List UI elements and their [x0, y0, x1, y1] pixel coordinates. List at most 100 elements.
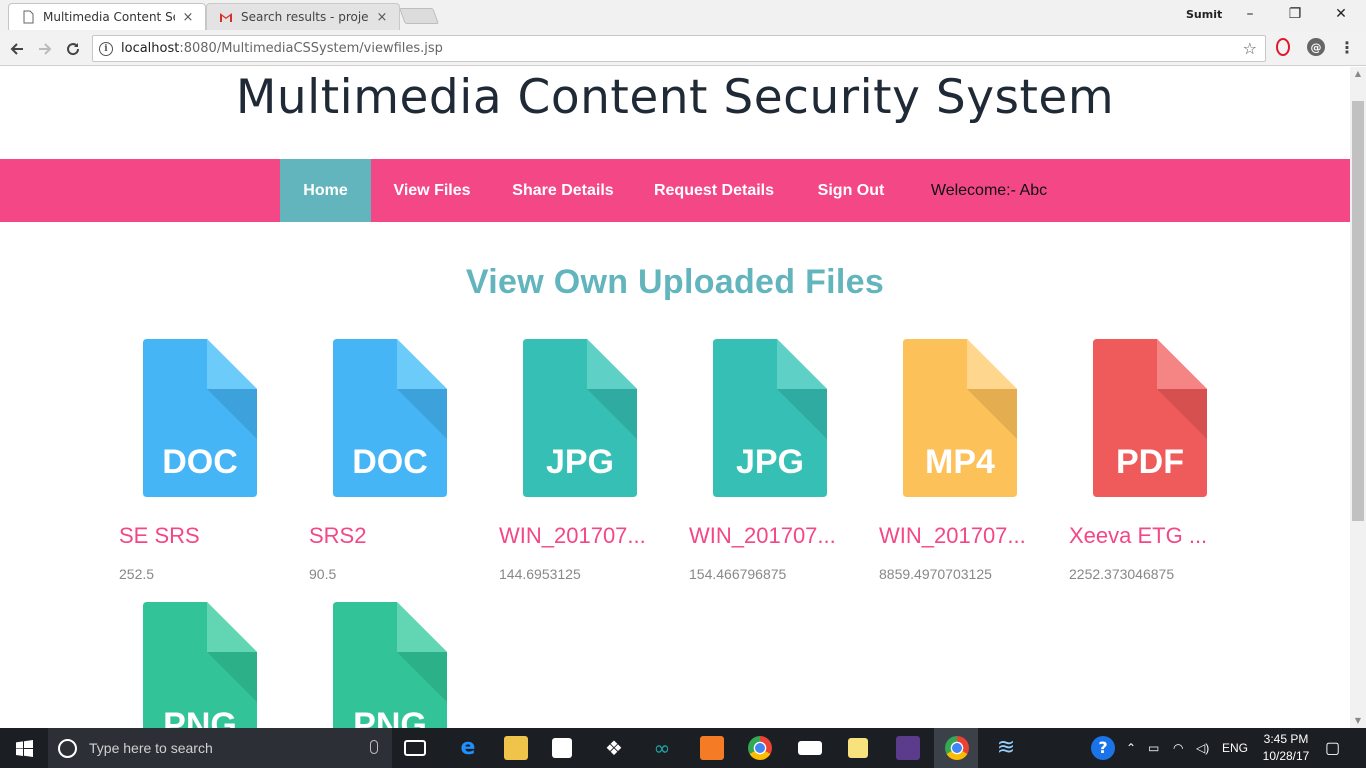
- scroll-thumb[interactable]: [1352, 101, 1364, 521]
- microphone-icon[interactable]: [370, 740, 378, 754]
- reload-icon: [67, 43, 80, 56]
- store-icon[interactable]: [552, 738, 572, 758]
- file-type-label: JPG: [546, 443, 614, 481]
- back-button[interactable]: [6, 38, 28, 60]
- file-size: 144.6953125: [499, 566, 581, 582]
- taskbar-search[interactable]: Type here to search: [48, 728, 392, 768]
- file-type-label: PNG: [163, 706, 237, 728]
- menu-icon[interactable]: ⋮: [1338, 38, 1356, 57]
- jpg-file-icon[interactable]: JPG: [713, 339, 827, 497]
- clock[interactable]: 3:45 PM 10/28/17: [1254, 731, 1318, 765]
- file-type-label: PDF: [1116, 443, 1184, 481]
- tab-strip: Multimedia Content Secu × Search results…: [0, 0, 1366, 32]
- search-placeholder: Type here to search: [89, 740, 213, 756]
- account-extension-icon[interactable]: @: [1307, 38, 1325, 56]
- help-icon[interactable]: ?: [1091, 736, 1115, 760]
- show-hidden-icons[interactable]: ⌃: [1126, 728, 1136, 768]
- tab-search-results[interactable]: Search results - projectw ×: [206, 3, 400, 30]
- game-icon[interactable]: [896, 736, 920, 760]
- doc-file-icon[interactable]: DOC: [143, 339, 257, 497]
- tab-title: Search results - projectw: [241, 10, 369, 24]
- file-name[interactable]: WIN_201707...: [689, 523, 859, 549]
- file-type-label: JPG: [736, 443, 804, 481]
- file-type-label: DOC: [352, 443, 428, 481]
- file-size: 2252.373046875: [1069, 566, 1175, 582]
- nav-home[interactable]: Home: [280, 159, 371, 222]
- png-file-icon[interactable]: PNG: [143, 602, 257, 728]
- scroll-down-arrow-icon[interactable]: ▼: [1350, 714, 1366, 728]
- clock-time: 3:45 PM: [1263, 732, 1309, 746]
- edge-icon[interactable]: e: [456, 736, 480, 760]
- nav-view-files[interactable]: View Files: [384, 159, 480, 222]
- cortana-icon: [58, 738, 77, 758]
- start-button[interactable]: [0, 728, 48, 768]
- file-explorer-icon[interactable]: [504, 736, 528, 760]
- site-title: Multimedia Content Security System: [235, 70, 1115, 125]
- file-size: 252.5: [119, 566, 155, 582]
- windows-taskbar: Type here to search e ❖ ∞ ≋ ? ⌃ ▭ ◠ ◁) E…: [0, 728, 1366, 768]
- close-window-button[interactable]: ✕: [1326, 4, 1356, 24]
- chrome-active-icon[interactable]: [945, 736, 969, 760]
- pdf-file-icon[interactable]: PDF: [1093, 339, 1207, 497]
- sticky-notes-icon[interactable]: [848, 738, 868, 758]
- file-type-label: MP4: [925, 443, 995, 481]
- doc-file-icon[interactable]: DOC: [333, 339, 447, 497]
- gmail-icon: [220, 13, 232, 22]
- nav-request-details[interactable]: Request Details: [646, 159, 782, 222]
- jpg-file-icon[interactable]: JPG: [523, 339, 637, 497]
- mail-icon[interactable]: [798, 741, 822, 755]
- language-indicator[interactable]: ENG: [1222, 728, 1248, 768]
- info-icon[interactable]: i: [99, 41, 113, 56]
- arduino-icon[interactable]: ∞: [650, 736, 674, 760]
- battery-icon[interactable]: ▭: [1148, 728, 1159, 768]
- wifi-icon[interactable]: ◠: [1173, 728, 1183, 768]
- volume-icon[interactable]: ◁): [1196, 728, 1209, 768]
- clock-date: 10/28/17: [1262, 749, 1310, 763]
- forward-arrow-icon: [39, 43, 52, 55]
- profile-name[interactable]: Sumit: [1186, 8, 1222, 21]
- file-name[interactable]: WIN_201707...: [499, 523, 669, 549]
- new-tab-button[interactable]: [399, 8, 439, 24]
- bookmark-star-icon[interactable]: ☆: [1243, 39, 1257, 58]
- file-size: 8859.4970703125: [879, 566, 992, 582]
- welcome-text: Welecome:- Abc: [930, 181, 1048, 199]
- file-name[interactable]: WIN_201707...: [879, 523, 1049, 549]
- tab-close-icon[interactable]: ×: [181, 10, 195, 25]
- nav-share-details[interactable]: Share Details: [505, 159, 621, 222]
- task-view-icon[interactable]: [404, 740, 426, 756]
- chrome-icon[interactable]: [748, 736, 772, 760]
- tab-multimedia[interactable]: Multimedia Content Secu ×: [8, 3, 206, 30]
- page-viewport: Multimedia Content Security System Home …: [0, 67, 1350, 728]
- opera-extension-icon[interactable]: [1276, 38, 1290, 56]
- file-name[interactable]: SRS2: [309, 523, 479, 549]
- vertical-scrollbar[interactable]: ▲ ▼: [1350, 67, 1366, 728]
- dolphin-app-icon[interactable]: ≋: [994, 736, 1018, 760]
- minimize-button[interactable]: –: [1235, 4, 1265, 24]
- mp4-file-icon[interactable]: MP4: [903, 339, 1017, 497]
- maximize-button[interactable]: ❐: [1280, 4, 1310, 24]
- file-type-label: DOC: [162, 443, 238, 481]
- nav-sign-out[interactable]: Sign Out: [808, 159, 894, 222]
- page-icon: [23, 10, 34, 24]
- windows-logo-icon: [15, 739, 33, 757]
- forward-button[interactable]: [34, 38, 56, 60]
- dropbox-icon[interactable]: ❖: [602, 736, 626, 760]
- address-bar[interactable]: i localhost:8080/MultimediaCSSystem/view…: [92, 35, 1266, 62]
- png-file-icon[interactable]: PNG: [333, 602, 447, 728]
- browser-toolbar: i localhost:8080/MultimediaCSSystem/view…: [0, 32, 1366, 66]
- tab-title: Multimedia Content Secu: [43, 10, 175, 24]
- url-host: localhost: [121, 41, 180, 56]
- back-arrow-icon: [10, 43, 23, 55]
- xampp-icon[interactable]: [700, 736, 724, 760]
- file-size: 90.5: [309, 566, 337, 582]
- section-title: View Own Uploaded Files: [465, 263, 885, 301]
- reload-button[interactable]: [62, 38, 84, 60]
- notifications-icon[interactable]: ▢: [1325, 728, 1340, 768]
- file-type-label: PNG: [353, 706, 427, 728]
- file-size: 154.466796875: [689, 566, 787, 582]
- file-name[interactable]: Xeeva ETG ...: [1069, 523, 1239, 549]
- url-path: :8080/MultimediaCSSystem/viewfiles.jsp: [179, 41, 443, 56]
- file-name[interactable]: SE SRS: [119, 523, 289, 549]
- scroll-up-arrow-icon[interactable]: ▲: [1350, 67, 1366, 81]
- tab-close-icon[interactable]: ×: [375, 10, 389, 25]
